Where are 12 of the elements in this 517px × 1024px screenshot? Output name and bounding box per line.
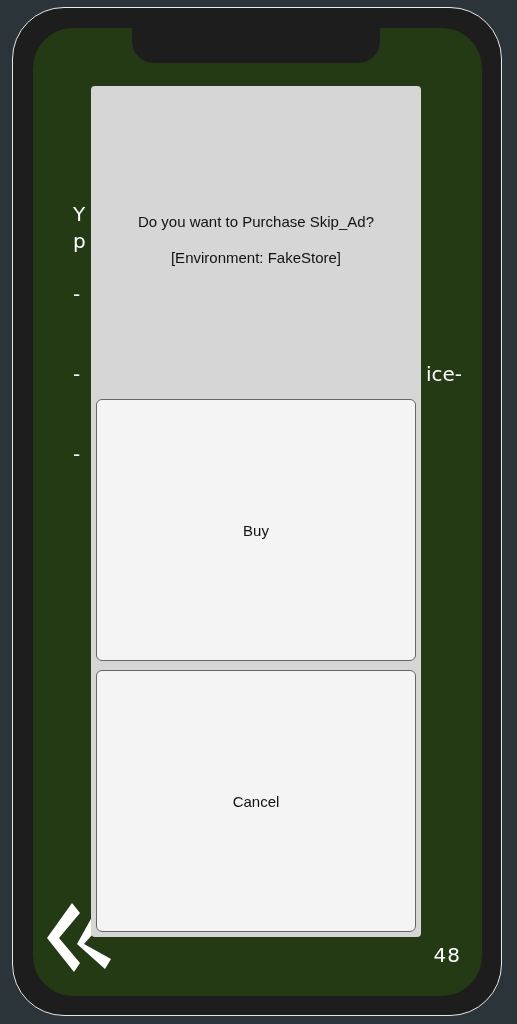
dialog-button[interactable]: Cancel — [96, 670, 416, 932]
dialog-message: Do you want to Purchase Skip_Ad? — [138, 212, 374, 232]
body-text: ice- — [425, 361, 462, 388]
body-text: - — [73, 281, 81, 308]
body-text: p — [73, 228, 86, 255]
back-chevrons-icon[interactable] — [47, 903, 111, 973]
page-number: 48 — [433, 945, 461, 965]
dialog-button[interactable]: Buy — [96, 399, 416, 661]
environment-label: [Environment: FakeStore] — [170, 248, 342, 268]
body-text: - — [73, 361, 81, 388]
body-text: Y — [73, 201, 86, 228]
body-text: - — [73, 441, 81, 468]
